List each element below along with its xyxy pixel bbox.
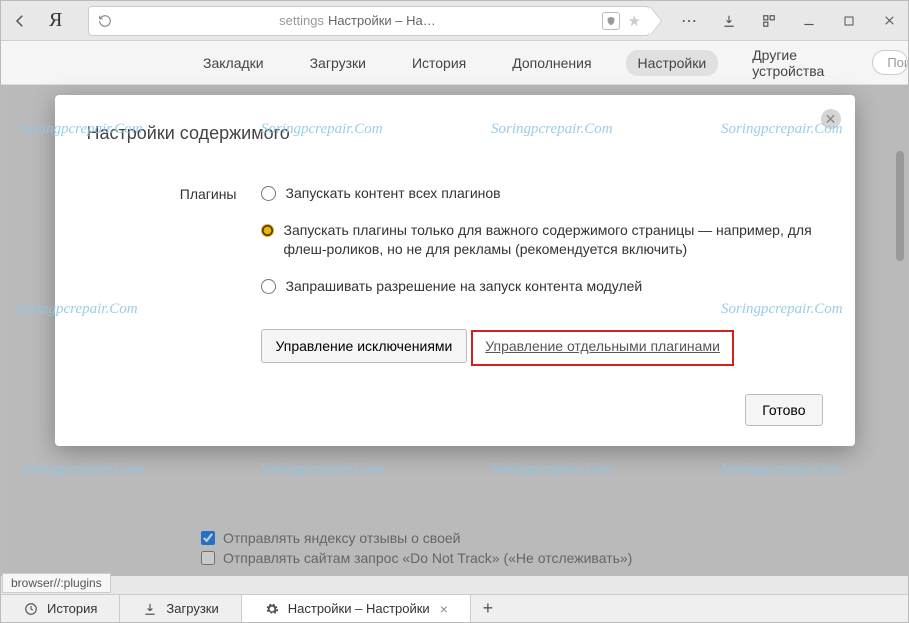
tab-other-devices[interactable]: Другие устройства: [740, 42, 836, 84]
settings-search[interactable]: Поиск наст: [872, 50, 908, 75]
tab-history[interactable]: История: [400, 50, 478, 76]
radio-ask-input[interactable]: [261, 279, 276, 294]
modal-overlay: ✕ Настройки содержимого Плагины Запускат…: [1, 85, 908, 576]
radio-run-all[interactable]: Запускать контент всех плагинов: [261, 184, 823, 203]
manage-exceptions-button[interactable]: Управление исключениями: [261, 329, 468, 363]
bottom-tab-history[interactable]: История: [1, 595, 120, 622]
browser-toolbar: Я settingsНастройки – На… ★ ⋯: [1, 1, 908, 41]
reload-icon[interactable]: [97, 13, 113, 29]
radio-ask[interactable]: Запрашивать разрешение на запуск контент…: [261, 277, 823, 296]
shield-icon[interactable]: [602, 12, 620, 30]
tab-addons[interactable]: Дополнения: [500, 50, 603, 76]
bottom-tab-settings-label: Настройки – Настройки: [288, 601, 430, 616]
bottom-tab-settings[interactable]: Настройки – Настройки ×: [242, 595, 471, 622]
dialog-title: Настройки содержимого: [87, 123, 823, 144]
back-button[interactable]: [9, 10, 31, 32]
radio-run-important-input[interactable]: [261, 223, 274, 238]
star-icon[interactable]: ★: [628, 12, 641, 30]
new-tab-button[interactable]: +: [471, 595, 505, 622]
highlight-box: Управление отдельными плагинами: [471, 330, 734, 366]
tab-downloads[interactable]: Загрузки: [298, 50, 378, 76]
maximize-button[interactable]: [838, 10, 860, 32]
radio-run-important-label: Запускать плагины только для важного сод…: [284, 221, 823, 259]
tab-bookmarks[interactable]: Закладки: [191, 50, 276, 76]
radio-run-important[interactable]: Запускать плагины только для важного сод…: [261, 221, 823, 259]
bottom-tab-downloads[interactable]: Загрузки: [120, 595, 241, 622]
tab-close-icon[interactable]: ×: [440, 601, 448, 617]
content-settings-dialog: ✕ Настройки содержимого Плагины Запускат…: [55, 95, 855, 446]
manage-plugins-link[interactable]: Управление отдельными плагинами: [485, 338, 720, 354]
clock-icon: [23, 601, 39, 617]
section-label-plugins: Плагины: [87, 184, 237, 366]
bottom-tab-bar: История Загрузки Настройки – Настройки ×…: [1, 594, 908, 622]
radio-ask-label: Запрашивать разрешение на запуск контент…: [286, 277, 643, 296]
close-icon[interactable]: ✕: [821, 109, 841, 129]
download-icon[interactable]: [718, 10, 740, 32]
radio-run-all-label: Запускать контент всех плагинов: [286, 184, 501, 203]
done-button[interactable]: Готово: [745, 394, 822, 426]
address-bar[interactable]: settingsНастройки – На… ★: [88, 6, 650, 36]
download-icon: [142, 601, 158, 617]
gear-icon: [264, 601, 280, 617]
minimize-button[interactable]: [798, 10, 820, 32]
menu-dots-icon[interactable]: ⋯: [678, 10, 700, 32]
yandex-logo[interactable]: Я: [49, 9, 62, 32]
extensions-icon[interactable]: [758, 10, 780, 32]
address-text: settingsНастройки – На…: [121, 13, 593, 28]
tab-settings[interactable]: Настройки: [626, 50, 719, 76]
bottom-tab-downloads-label: Загрузки: [166, 601, 218, 616]
status-bar-url: browser//:plugins: [2, 573, 111, 593]
radio-run-all-input[interactable]: [261, 186, 276, 201]
bottom-tab-history-label: История: [47, 601, 97, 616]
window-controls-group: ⋯: [678, 10, 900, 32]
settings-nav: Закладки Загрузки История Дополнения Нас…: [1, 41, 908, 85]
close-window-button[interactable]: [878, 10, 900, 32]
